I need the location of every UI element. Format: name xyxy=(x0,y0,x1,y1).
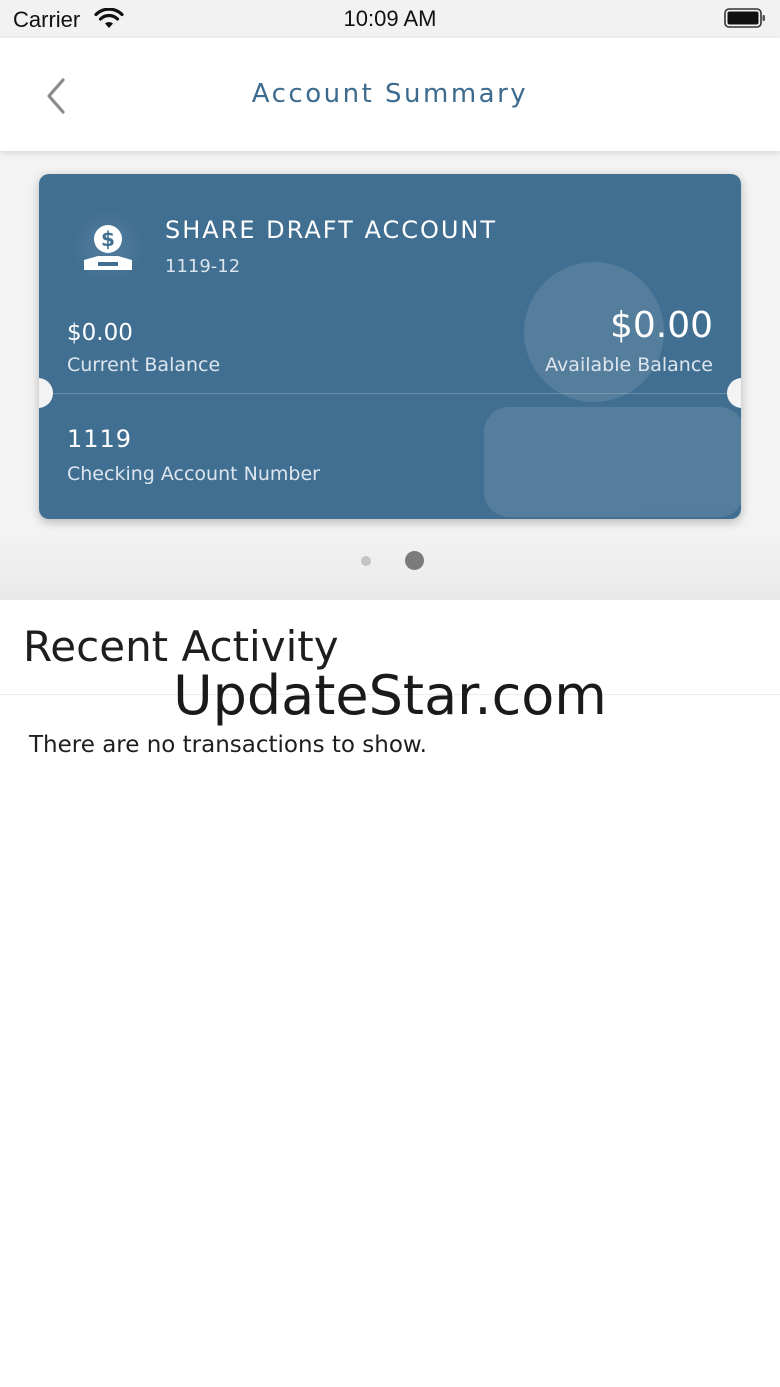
page-indicator-dot-2-active[interactable] xyxy=(405,551,424,570)
account-icon-container: $ xyxy=(68,212,148,282)
money-hand-icon: $ xyxy=(80,220,136,280)
watermark-text: UpdateStar.com xyxy=(173,664,607,727)
current-balance-value: $0.00 xyxy=(67,320,133,346)
empty-transactions-message: There are no transactions to show. xyxy=(29,732,427,758)
available-balance-value: $0.00 xyxy=(609,305,713,346)
svg-text:$: $ xyxy=(101,227,115,251)
account-carousel[interactable]: $ SHARE DRAFT ACCOUNT 1119-12 $0.00 Curr… xyxy=(0,151,780,600)
account-name: SHARE DRAFT ACCOUNT xyxy=(165,216,498,244)
clock: 10:09 AM xyxy=(343,6,437,31)
account-number-value: 1119 xyxy=(67,425,133,453)
card-notch-left xyxy=(39,378,53,408)
page-title: Account Summary xyxy=(251,79,529,109)
account-id: 1119-12 xyxy=(165,256,241,277)
battery-icon xyxy=(724,8,765,28)
status-bar: Carrier 10:09 AM xyxy=(0,0,780,38)
available-balance-label: Available Balance xyxy=(545,354,713,376)
nav-bar: Account Summary xyxy=(0,38,780,151)
current-balance-label: Current Balance xyxy=(67,354,221,376)
account-card[interactable]: $ SHARE DRAFT ACCOUNT 1119-12 $0.00 Curr… xyxy=(39,174,741,519)
page-indicator-dot-1[interactable] xyxy=(361,556,371,566)
card-divider xyxy=(39,393,741,394)
money-hand-watermark-icon xyxy=(464,262,741,519)
account-number-label: Checking Account Number xyxy=(67,463,320,485)
